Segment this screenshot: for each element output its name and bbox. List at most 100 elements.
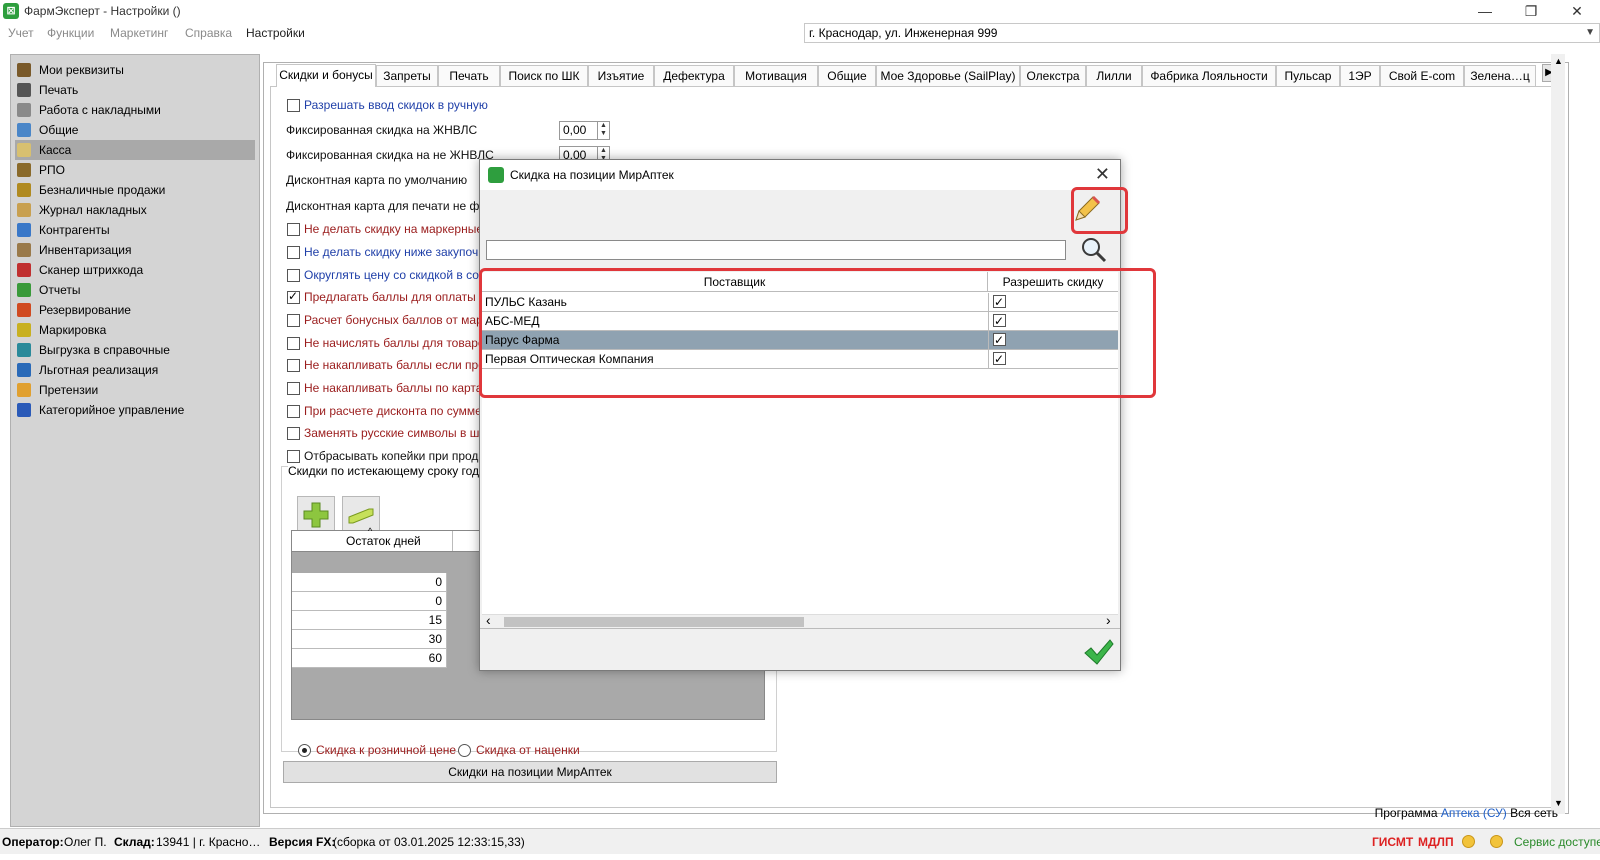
tab[interactable]: Пульсар [1276, 65, 1340, 86]
tab[interactable]: Лилли [1086, 65, 1142, 86]
option-checkbox[interactable] [287, 223, 300, 236]
sidebar-item[interactable]: Отчеты [15, 280, 255, 300]
maximize-button[interactable]: ❐ [1508, 0, 1554, 22]
search-button[interactable] [1080, 236, 1108, 264]
menu-help[interactable]: Справка [185, 26, 232, 40]
tab[interactable]: Фабрика Лояльности [1142, 65, 1276, 86]
fixed-zhnvls-input[interactable]: 0,00 ▲ ▼ [559, 121, 610, 140]
sidebar-item[interactable]: Категорийное управление [15, 400, 255, 420]
option-checkbox[interactable] [287, 382, 300, 395]
version-label: Версия FX: [269, 835, 336, 849]
tab[interactable]: Дефектура [654, 65, 734, 86]
option-label: При расчете дисконта по сумме на [304, 404, 499, 418]
menu-settings[interactable]: Настройки [246, 26, 305, 40]
sidebar-item[interactable]: Касса [15, 140, 255, 160]
sidebar-item[interactable]: Журнал накладных [15, 200, 255, 220]
option-checkbox[interactable] [287, 314, 300, 327]
sort-indicator: ^ [368, 526, 373, 536]
option-checkbox[interactable] [287, 427, 300, 440]
sidebar-item[interactable]: Инвентаризация [15, 240, 255, 260]
tab[interactable]: Печать [438, 65, 500, 86]
app-logo-icon [488, 167, 504, 183]
option-checkbox[interactable] [287, 289, 300, 304]
sidebar-item-icon [17, 243, 31, 257]
tab[interactable]: Зелена…ц [1464, 65, 1536, 86]
option-checkbox[interactable] [287, 269, 300, 282]
mdlp-status[interactable]: МДЛП [1418, 835, 1454, 849]
horizontal-scrollbar[interactable]: ‹ › [482, 612, 1118, 628]
menu-uchet[interactable]: Учет [8, 26, 34, 40]
tab[interactable]: Мотивация [734, 65, 818, 86]
option-checkbox[interactable] [287, 450, 300, 463]
sidebar-item[interactable]: Печать [15, 80, 255, 100]
expiry-days-cell[interactable]: 30 [292, 630, 447, 649]
tab[interactable]: Мое Здоровье (SailPlay) [876, 65, 1020, 86]
expiry-days-cell[interactable]: 15 [292, 611, 447, 630]
operator-label: Оператор: [2, 835, 64, 849]
expiry-days-cell[interactable]: 60 [292, 649, 447, 668]
sidebar-item-label: Сканер штрихкода [39, 263, 144, 277]
ok-button[interactable] [1082, 638, 1114, 666]
gismt-status[interactable]: ГИСМТ [1372, 835, 1413, 849]
radio-markup[interactable] [458, 744, 471, 757]
sidebar-item[interactable]: РПО [15, 160, 255, 180]
chevron-down-icon[interactable]: ▼ [1585, 24, 1595, 42]
fixed-not-zhnvls-label: Фиксированная скидка на не ЖНВЛС [286, 148, 494, 162]
tab[interactable]: Скидки и бонусы [276, 64, 376, 87]
scroll-thumb[interactable] [504, 617, 804, 627]
scroll-right-icon[interactable]: › [1106, 612, 1111, 628]
sidebar-item-icon [17, 163, 31, 177]
tab[interactable]: Запреты [376, 65, 438, 86]
tab[interactable]: Свой E-com [1380, 65, 1464, 86]
sidebar-item[interactable]: Мои реквизиты [15, 60, 255, 80]
expiry-days-cell[interactable]: 0 [292, 573, 447, 592]
sidebar-item-label: Журнал накладных [39, 203, 147, 217]
scroll-up-icon[interactable]: ▲ [1554, 56, 1563, 66]
tab[interactable]: Поиск по ШК [500, 65, 588, 86]
sidebar-item-label: Мои реквизиты [39, 63, 124, 77]
tabs-row: Скидки и бонусы Запреты Печать Поиск по ШК И… [276, 64, 1556, 87]
menu-functions[interactable]: Функции [47, 26, 94, 40]
sidebar-item[interactable]: Льготная реализация [15, 360, 255, 380]
sidebar-item-icon [17, 83, 31, 97]
program-link[interactable]: Аптека (СУ) [1441, 806, 1507, 820]
tab[interactable]: 1ЭР [1340, 65, 1380, 86]
option-checkbox[interactable] [287, 405, 300, 418]
sidebar-item[interactable]: Работа с накладными [15, 100, 255, 120]
minimize-button[interactable]: — [1462, 0, 1508, 22]
tab[interactable]: Изъятие [588, 65, 654, 86]
dialog-close-button[interactable]: ✕ [1095, 164, 1110, 185]
column-header-days[interactable]: Остаток дней [346, 534, 421, 548]
sidebar-item[interactable]: Сканер штрихкода [15, 260, 255, 280]
sidebar-item[interactable]: Выгрузка в справочные [15, 340, 255, 360]
option-label: Не накапливать баллы если проц [304, 358, 492, 372]
sidebar-item[interactable]: Маркировка [15, 320, 255, 340]
close-window-button[interactable]: ✕ [1554, 0, 1600, 22]
option-checkbox[interactable] [287, 337, 300, 350]
supplier-search-input[interactable] [486, 240, 1066, 260]
sidebar-item[interactable]: Безналичные продажи [15, 180, 255, 200]
expiry-days-cell[interactable]: 0 [292, 592, 447, 611]
sidebar-item[interactable]: Резервирование [15, 300, 255, 320]
spin-updown-icon[interactable]: ▲▼ [597, 122, 609, 139]
tab[interactable]: Олекстра [1020, 65, 1086, 86]
scroll-left-icon[interactable]: ‹ [486, 612, 491, 628]
sidebar-item-label: РПО [39, 163, 65, 177]
sidebar-item-label: Маркировка [39, 323, 107, 337]
option-checkbox[interactable] [287, 246, 300, 259]
mir-apteka-discounts-button[interactable]: Скидки на позиции МирАптек [283, 761, 777, 783]
option-checkbox[interactable] [287, 359, 300, 372]
sidebar-item[interactable]: Претензии [15, 380, 255, 400]
radio-retail-price[interactable] [298, 744, 311, 757]
delete-row-button[interactable] [342, 496, 380, 534]
option-checkbox[interactable] [287, 99, 300, 112]
add-row-button[interactable] [297, 496, 335, 534]
menu-marketing[interactable]: Маркетинг [110, 26, 168, 40]
checkmark-icon [1084, 639, 1114, 665]
sidebar-item-icon [17, 303, 31, 317]
address-select[interactable]: г. Краснодар, ул. Инженерная 999 ▼ [804, 23, 1600, 43]
sidebar-item[interactable]: Общие [15, 120, 255, 140]
sidebar-item[interactable]: Контрагенты [15, 220, 255, 240]
tab[interactable]: Общие [818, 65, 876, 86]
vertical-scrollbar[interactable]: ▲ ▼ [1551, 54, 1565, 814]
